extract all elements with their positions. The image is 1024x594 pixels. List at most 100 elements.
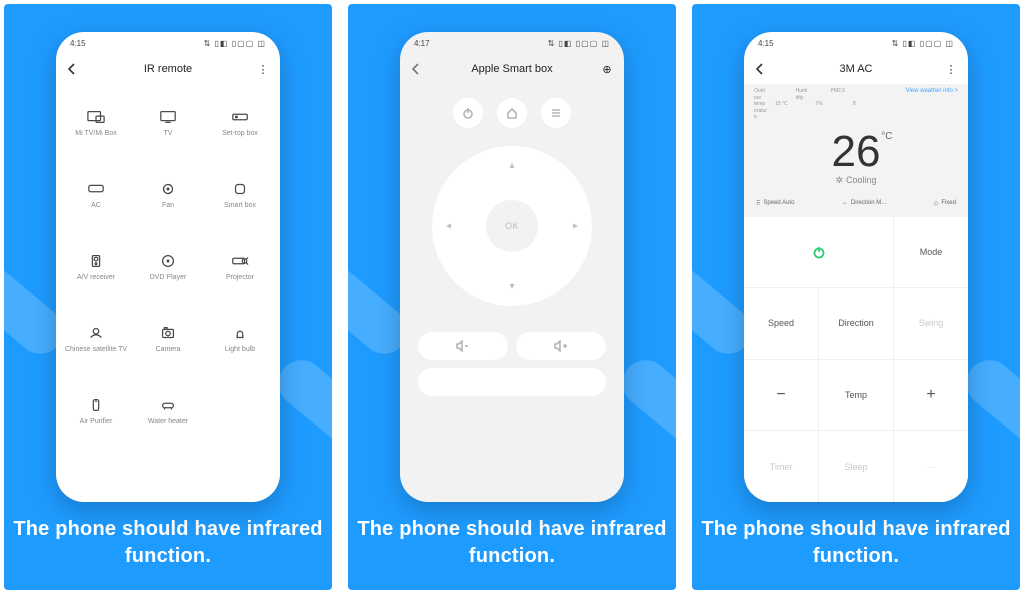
volume-row bbox=[400, 332, 624, 368]
temp-up-button[interactable]: + bbox=[894, 360, 968, 431]
extra-button[interactable] bbox=[418, 368, 606, 396]
device-item[interactable]: Air Purifier bbox=[60, 376, 132, 448]
status-bar: 4:17 ⇅ ▯◧ ▯▢▢ ◫ bbox=[400, 32, 624, 54]
status-time: 4:17 bbox=[414, 39, 430, 48]
status-time: 4:15 bbox=[70, 39, 86, 48]
more-functions-button[interactable]: ··· bbox=[894, 431, 968, 502]
device-item[interactable]: Smart box bbox=[204, 160, 276, 232]
device-label: Air Purifier bbox=[80, 418, 113, 426]
timer-button[interactable]: Timer bbox=[744, 431, 818, 502]
device-item[interactable]: DVD Player bbox=[132, 232, 204, 304]
power-button[interactable] bbox=[453, 98, 483, 128]
phone-frame: 4:17 ⇅ ▯◧ ▯▢▢ ◫ Apple Smart box ⊕ ▴ ▾ ◂ … bbox=[400, 32, 624, 502]
status-indicators: ⇅ ▯◧ ▯▢▢ ◫ bbox=[892, 39, 954, 48]
outdoor-temp-label: Outd oor temp eratur e bbox=[754, 88, 767, 121]
device-icon bbox=[159, 398, 177, 412]
device-label: Water heater bbox=[148, 418, 188, 426]
direction-indicator: ↔ Direction M... bbox=[842, 200, 886, 207]
device-item[interactable]: Chinese satellite TV bbox=[60, 304, 132, 376]
volume-up-button[interactable] bbox=[516, 332, 606, 360]
device-label: Mi TV/Mi Box bbox=[75, 130, 117, 138]
screenshot-panel-2: 4:17 ⇅ ▯◧ ▯▢▢ ◫ Apple Smart box ⊕ ▴ ▾ ◂ … bbox=[348, 4, 676, 590]
device-item[interactable]: Set-top box bbox=[204, 88, 276, 160]
menu-icon bbox=[550, 107, 562, 119]
volume-down-icon bbox=[456, 340, 470, 352]
ok-button[interactable]: OK bbox=[486, 200, 538, 252]
expand-button[interactable]: ⊕ bbox=[600, 63, 614, 76]
device-label: Camera bbox=[156, 346, 181, 354]
device-icon bbox=[87, 326, 105, 340]
device-icon bbox=[159, 182, 177, 196]
ac-settings-strip: ⠿ Speed Auto ↔ Direction M... ◇ Fixed bbox=[754, 188, 958, 207]
more-button[interactable]: ⋮ bbox=[256, 63, 270, 76]
device-item[interactable]: Camera bbox=[132, 304, 204, 376]
device-icon bbox=[159, 326, 177, 340]
device-item[interactable]: AC bbox=[60, 160, 132, 232]
device-icon bbox=[231, 326, 249, 340]
panel-caption: The phone should have infrared function. bbox=[348, 516, 676, 570]
ac-status-panel: Outd oor temp eratur e 15 °C Humi dity 7… bbox=[744, 84, 968, 217]
swing-indicator: ◇ Fixed bbox=[934, 200, 956, 207]
device-label: Chinese satellite TV bbox=[65, 346, 127, 354]
device-label: Smart box bbox=[224, 202, 256, 210]
status-bar: 4:15 ⇅ ▯◧ ▯▢▢ ◫ bbox=[56, 32, 280, 54]
device-icon bbox=[87, 182, 105, 196]
device-icon bbox=[159, 110, 177, 124]
more-button[interactable]: ⋮ bbox=[944, 63, 958, 76]
pm25-label: PM2.5 bbox=[831, 88, 845, 95]
page-title: 3M AC bbox=[744, 63, 968, 75]
device-label: DVD Player bbox=[150, 274, 187, 282]
device-item[interactable]: Mi TV/Mi Box bbox=[60, 88, 132, 160]
device-icon bbox=[87, 254, 105, 268]
device-label: AC bbox=[91, 202, 101, 210]
power-button[interactable] bbox=[744, 217, 893, 288]
weather-info-row: Outd oor temp eratur e 15 °C Humi dity 7… bbox=[754, 88, 958, 121]
device-grid: Mi TV/Mi Box TVSet-top box AC Fan Smart box A… bbox=[56, 84, 280, 502]
status-indicators: ⇅ ▯◧ ▯▢▢ ◫ bbox=[204, 39, 266, 48]
temp-down-button[interactable]: − bbox=[744, 360, 818, 431]
dpad: ▴ ▾ ◂ ▸ OK bbox=[432, 146, 592, 306]
device-icon bbox=[87, 398, 105, 412]
mode-button[interactable]: Mode bbox=[894, 217, 968, 288]
device-item[interactable]: Water heater bbox=[132, 376, 204, 448]
phone-frame: 4:15 ⇅ ▯◧ ▯▢▢ ◫ 3M AC ⋮ Outd oor temp er… bbox=[744, 32, 968, 502]
degree-unit: °C bbox=[881, 131, 892, 142]
speed-button[interactable]: Speed bbox=[744, 288, 818, 359]
device-item[interactable]: TV bbox=[132, 88, 204, 160]
status-time: 4:15 bbox=[758, 39, 774, 48]
screenshot-panel-3: 4:15 ⇅ ▯◧ ▯▢▢ ◫ 3M AC ⋮ Outd oor temp er… bbox=[692, 4, 1020, 590]
humidity-value: 7% bbox=[815, 101, 822, 108]
sleep-button[interactable]: Sleep bbox=[819, 431, 893, 502]
swing-button[interactable]: Swing bbox=[894, 288, 968, 359]
device-icon bbox=[231, 254, 249, 268]
view-weather-link[interactable]: View weather info > bbox=[906, 88, 958, 94]
app-bar: 3M AC ⋮ bbox=[744, 54, 968, 84]
status-indicators: ⇅ ▯◧ ▯▢▢ ◫ bbox=[548, 39, 610, 48]
app-bar: Apple Smart box ⊕ bbox=[400, 54, 624, 84]
ac-button-grid: Mode Speed Direction Swing − Temp + Time… bbox=[744, 217, 968, 503]
dpad-left[interactable]: ◂ bbox=[446, 221, 451, 232]
device-item[interactable]: Fan bbox=[132, 160, 204, 232]
device-item[interactable]: Projector bbox=[204, 232, 276, 304]
device-item[interactable]: Light bulb bbox=[204, 304, 276, 376]
dpad-up[interactable]: ▴ bbox=[509, 160, 514, 171]
direction-button[interactable]: Direction bbox=[819, 288, 893, 359]
home-button[interactable] bbox=[497, 98, 527, 128]
home-icon bbox=[506, 107, 518, 119]
device-icon bbox=[231, 110, 249, 124]
power-icon bbox=[812, 245, 826, 259]
menu-button[interactable] bbox=[541, 98, 571, 128]
ac-temp-display: 26°C ✲Cooling bbox=[754, 121, 958, 188]
device-item[interactable]: A/V receiver bbox=[60, 232, 132, 304]
volume-down-button[interactable] bbox=[418, 332, 508, 360]
device-icon bbox=[87, 110, 105, 124]
outdoor-temp-value: 15 °C bbox=[775, 101, 788, 108]
dpad-right[interactable]: ▸ bbox=[573, 221, 578, 232]
page-title: Apple Smart box bbox=[400, 63, 624, 75]
temp-label: Temp bbox=[819, 360, 893, 431]
device-icon bbox=[159, 254, 177, 268]
dpad-down[interactable]: ▾ bbox=[509, 281, 514, 292]
page-title: IR remote bbox=[56, 63, 280, 75]
pm25-value: 8 bbox=[853, 101, 856, 108]
app-bar: IR remote ⋮ bbox=[56, 54, 280, 84]
